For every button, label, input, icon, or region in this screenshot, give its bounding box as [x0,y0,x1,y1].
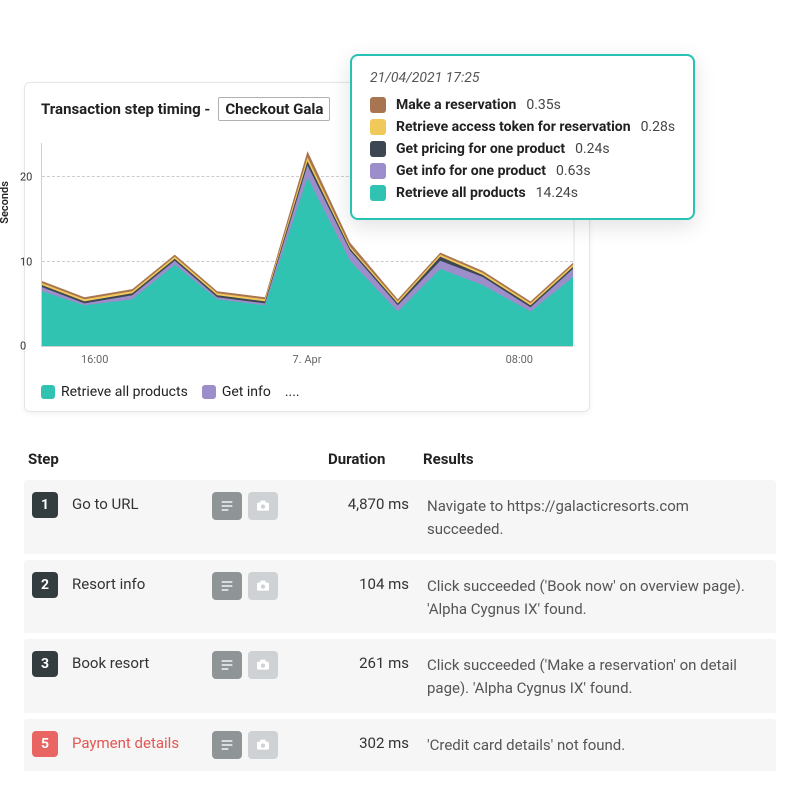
camera-icon [255,657,271,673]
tooltip-row: Make a reservation 0.35s [370,94,675,116]
camera-icon [255,578,271,594]
xtick: 16:00 [81,353,108,366]
chart-tooltip: 21/04/2021 17:25 Make a reservation 0.35s… [350,54,695,220]
tooltip-name: Retrieve access token for reservation [396,119,631,135]
screenshot-button[interactable] [248,651,278,679]
steps-header: Step Duration Results [24,450,776,480]
tooltip-row: Retrieve all products 14.24s [370,182,675,204]
step-number-badge: 2 [32,572,58,598]
table-row[interactable]: 5 Payment details 302 ms 'Credit card de… [24,719,776,777]
tooltip-name: Retrieve all products [396,185,526,201]
step-number-badge: 5 [32,731,58,757]
tooltip-value: 0.28s [641,119,676,135]
step-result: Click succeeded ('Book now' on overview … [427,572,768,622]
step-name: Resort info [72,572,212,593]
chart-title-prefix: Transaction step timing - [41,100,210,118]
step-number-badge: 3 [32,651,58,677]
legend-more[interactable]: .... [285,384,300,400]
camera-icon [255,737,271,753]
ytick: 10 [20,255,32,268]
step-result: 'Credit card details' not found. [427,731,768,757]
legend-item[interactable]: Get info [202,384,271,400]
swatch-icon [370,141,386,157]
tooltip-value: 14.24s [536,185,578,201]
swatch-icon [41,385,55,399]
swatch-icon [370,97,386,113]
step-duration: 4,870 ms [332,492,427,513]
step-result: Navigate to https://galacticresorts.com … [427,492,768,542]
step-duration: 261 ms [332,651,427,672]
notes-icon [219,737,235,753]
tooltip-row: Retrieve access token for reservation 0.2… [370,116,675,138]
header-results: Results [423,450,772,468]
tooltip-name: Make a reservation [396,97,516,113]
legend-label: Retrieve all products [61,384,188,400]
swatch-icon [370,185,386,201]
log-button[interactable] [212,651,242,679]
xtick: 08:00 [506,353,533,366]
log-button[interactable] [212,731,242,759]
step-result: Click succeeded ('Make a reservation' on… [427,651,768,701]
tooltip-value: 0.24s [575,141,610,157]
camera-icon [255,498,271,514]
swatch-icon [202,385,216,399]
tooltip-value: 0.35s [526,97,561,113]
step-actions [212,731,332,759]
table-row[interactable]: 2 Resort info 104 ms Click succeeded ('B… [24,560,776,640]
screenshot-button[interactable] [248,731,278,759]
step-name: Payment details [72,731,212,752]
tooltip-row: Get info for one product 0.63s [370,160,675,182]
legend-label: Get info [222,384,271,400]
step-duration: 302 ms [332,731,427,752]
xtick: 7. Apr [293,353,322,366]
step-actions [212,651,332,679]
legend-item[interactable]: Retrieve all products [41,384,188,400]
step-name: Go to URL [72,492,212,513]
header-duration: Duration [328,450,423,468]
table-row[interactable]: 3 Book resort 261 ms Click succeeded ('M… [24,639,776,719]
ytick: 0 [20,340,26,353]
tooltip-timestamp: 21/04/2021 17:25 [370,70,675,86]
chart-xticks: 16:00 7. Apr 08:00 [81,353,533,366]
chart-check-select[interactable]: Checkout Gala [218,97,330,121]
chart-ylabel: Seconds [0,181,11,224]
table-row[interactable]: 1 Go to URL 4,870 ms Navigate to https:/… [24,480,776,560]
screenshot-button[interactable] [248,572,278,600]
step-actions [212,572,332,600]
step-number-badge: 1 [32,492,58,518]
tooltip-name: Get pricing for one product [396,141,565,157]
log-button[interactable] [212,492,242,520]
log-button[interactable] [212,572,242,600]
notes-icon [219,657,235,673]
tooltip-value: 0.63s [556,163,591,179]
step-actions [212,492,332,520]
header-step: Step [28,450,328,468]
step-duration: 104 ms [332,572,427,593]
chart-legend: Retrieve all products Get info .... [41,384,573,400]
tooltip-name: Get info for one product [396,163,546,179]
swatch-icon [370,119,386,135]
screenshot-button[interactable] [248,492,278,520]
notes-icon [219,498,235,514]
steps-table: Step Duration Results 1 Go to URL 4,870 … [24,450,776,777]
step-name: Book resort [72,651,212,672]
ytick: 20 [20,170,32,183]
swatch-icon [370,163,386,179]
tooltip-row: Get pricing for one product 0.24s [370,138,675,160]
notes-icon [219,578,235,594]
